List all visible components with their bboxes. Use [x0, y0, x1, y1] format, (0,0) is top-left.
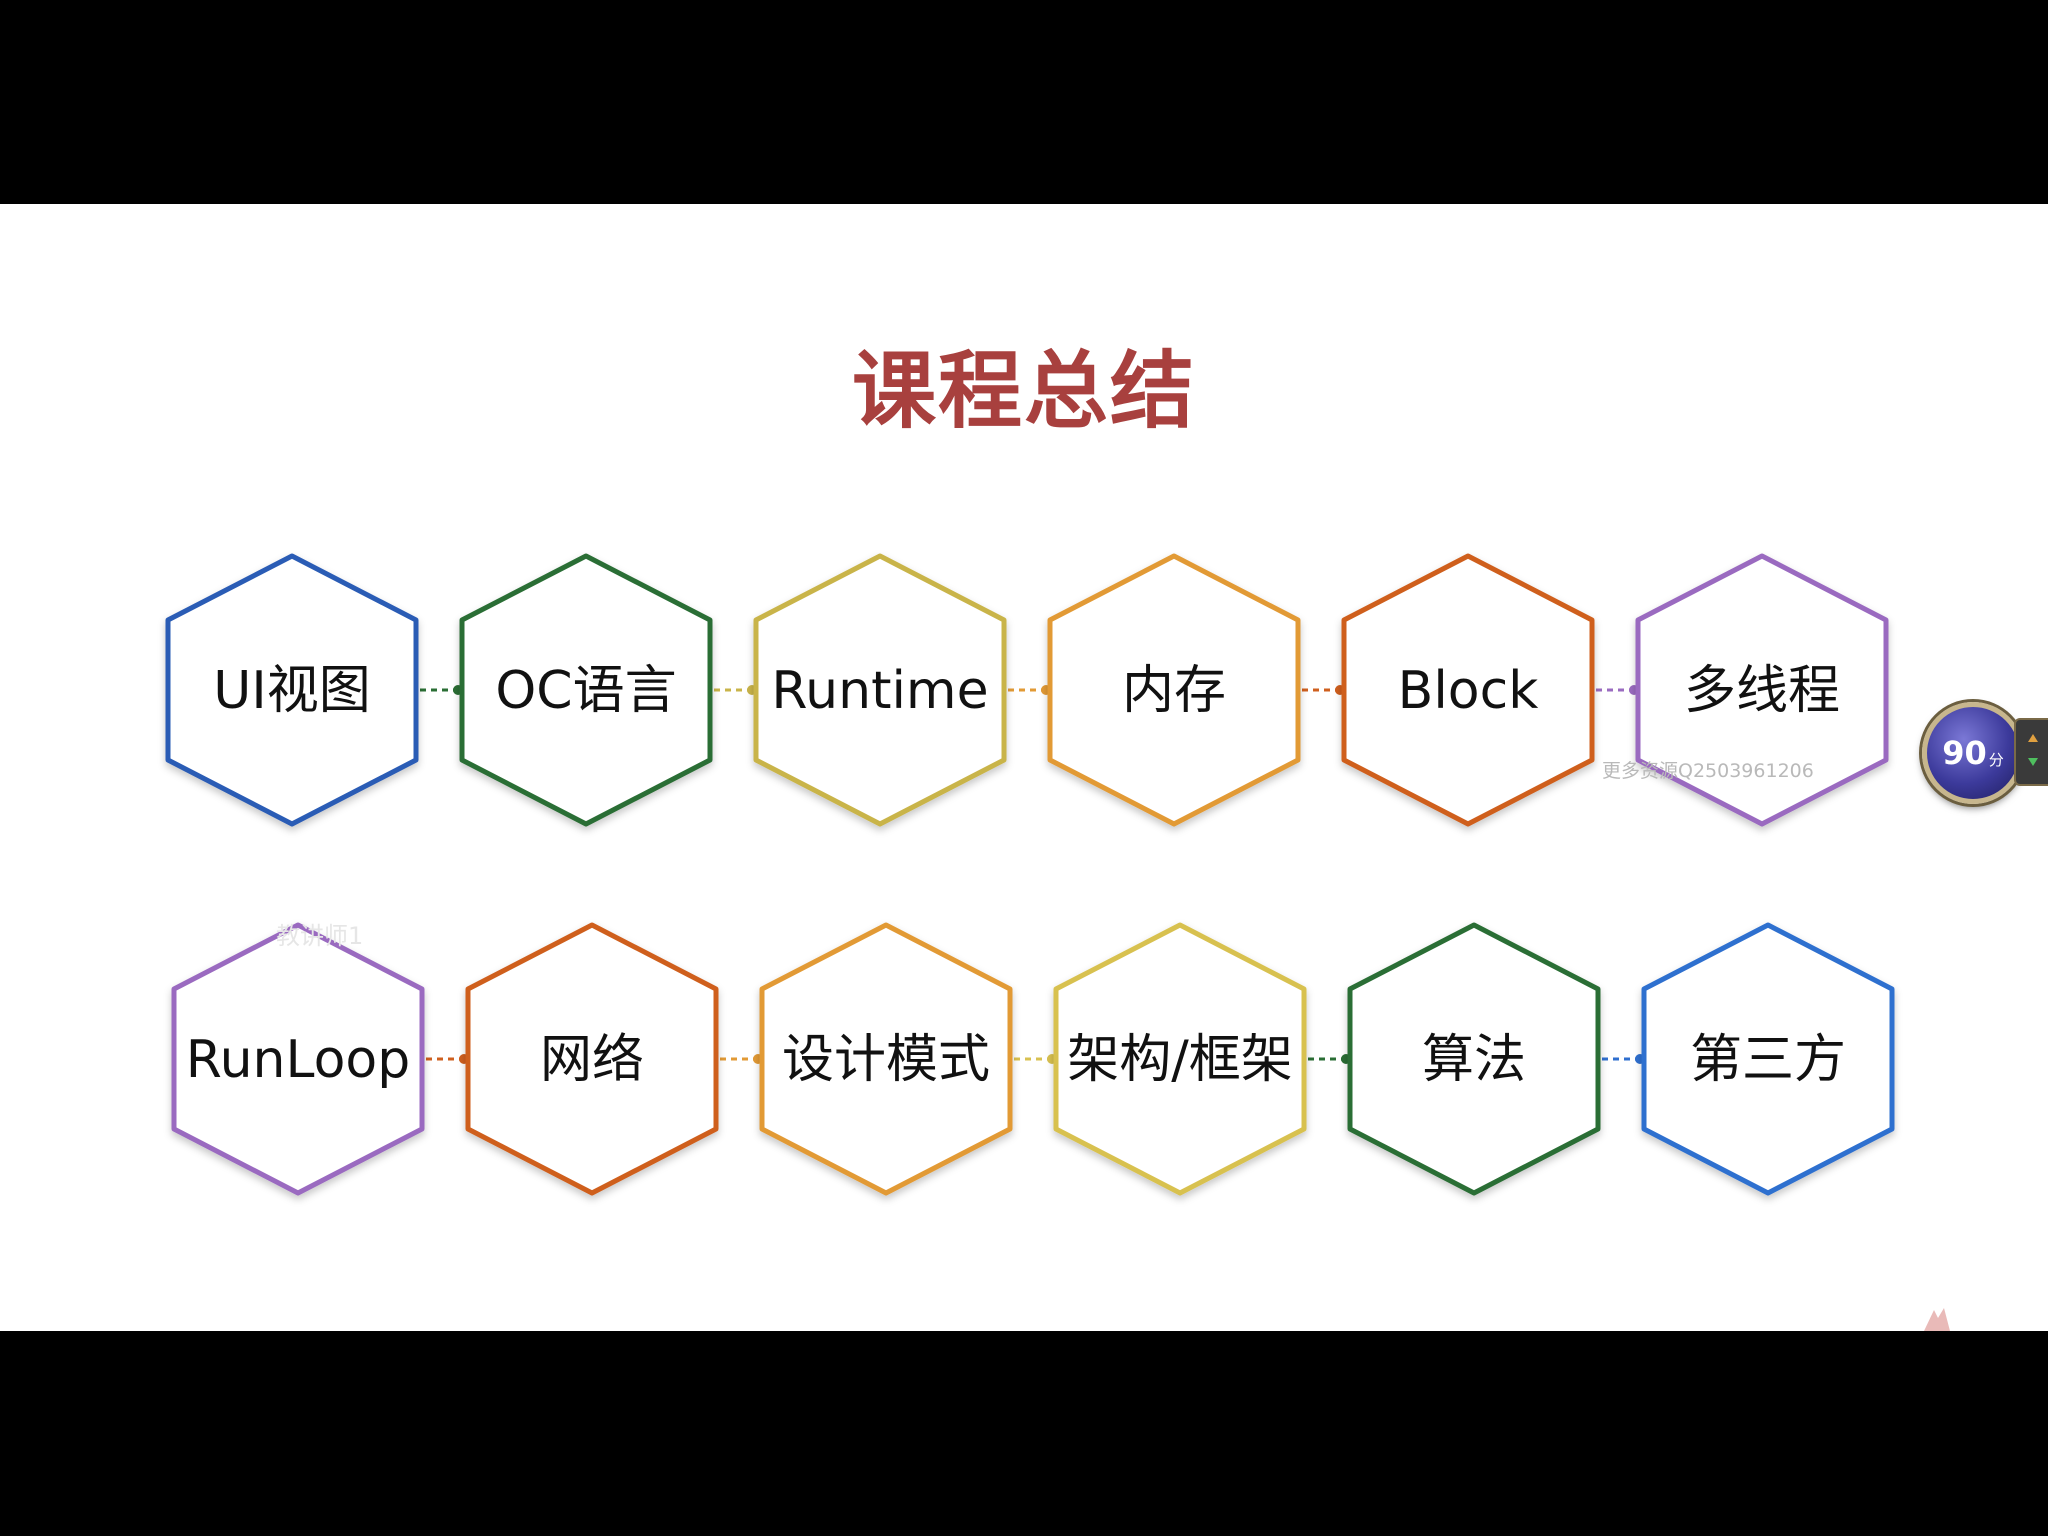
- hex-label: 第三方: [1690, 1030, 1846, 1090]
- hex-node: 内存: [1047, 553, 1301, 827]
- score-unit: 分: [1988, 750, 2004, 769]
- hex-label: Runtime: [771, 661, 988, 721]
- hex-label: 网络: [540, 1030, 644, 1090]
- hex-node: Block: [1341, 553, 1595, 827]
- hex-node: 网络: [465, 922, 719, 1196]
- video-letterbox-top: [0, 0, 2048, 204]
- resource-watermark: 更多资源Q2503961206: [1602, 760, 1814, 782]
- hex-label: UI视图: [213, 661, 370, 721]
- hex-node: 多线程: [1635, 553, 1889, 827]
- hex-node: UI视图: [165, 553, 419, 827]
- arrow-down-icon: [2028, 758, 2038, 766]
- hex-label: 算法: [1422, 1030, 1526, 1090]
- hex-label: 多线程: [1684, 661, 1840, 721]
- score-value: 90: [1942, 734, 1987, 772]
- hex-label: OC语言: [495, 661, 676, 721]
- slide: 课程总结 UI视图 OC语言 Runtime 内存 Block 多线程 RunLoop 网络设…: [0, 204, 2048, 1331]
- hex-node: RunLoop: [171, 922, 425, 1196]
- hex-label: RunLoop: [186, 1030, 410, 1090]
- score-toggle[interactable]: [2014, 718, 2048, 786]
- hex-node: OC语言: [459, 553, 713, 827]
- hex-node: 设计模式: [759, 922, 1013, 1196]
- hex-node: Runtime: [753, 553, 1007, 827]
- score-badge[interactable]: 90 分: [1922, 702, 2024, 804]
- hex-label: 架构/框架: [1067, 1030, 1293, 1090]
- arrow-up-icon: [2028, 734, 2038, 742]
- hex-node: 第三方: [1641, 922, 1895, 1196]
- hex-node: 算法: [1347, 922, 1601, 1196]
- hex-node: 架构/框架: [1053, 922, 1307, 1196]
- hex-label: 内存: [1122, 661, 1226, 721]
- video-letterbox-bottom: [0, 1331, 2048, 1536]
- hex-label: Block: [1398, 661, 1539, 721]
- brand-logo-icon: [1924, 1308, 1950, 1331]
- hex-label: 设计模式: [782, 1030, 990, 1090]
- faint-watermark: 教讲师1: [276, 922, 364, 950]
